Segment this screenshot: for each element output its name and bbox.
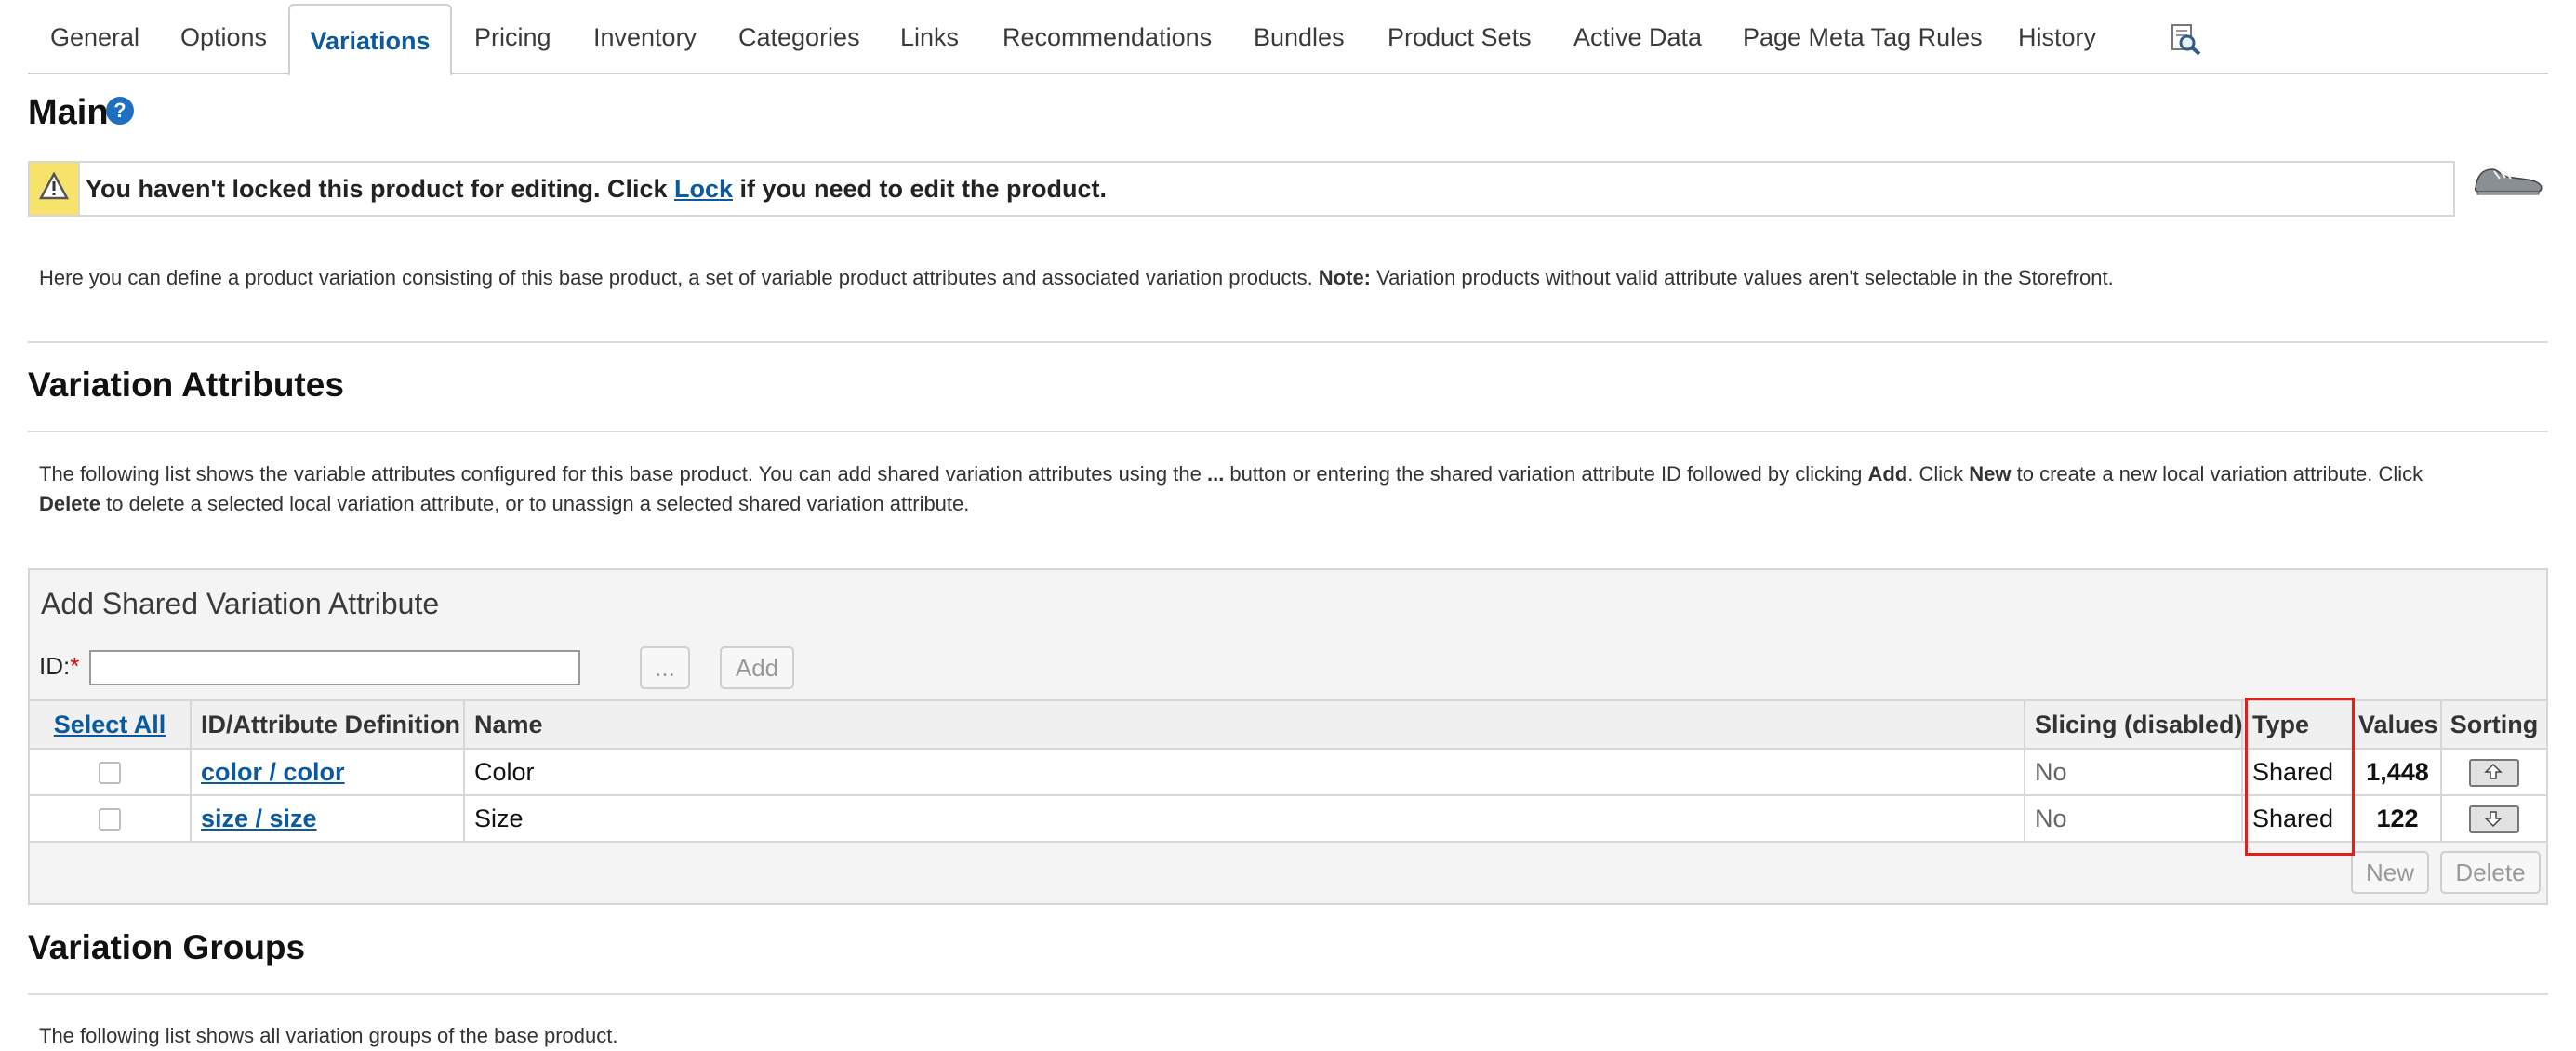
tab-active-data[interactable]: Active Data [1573,7,1702,73]
tab-page-meta-tag-rules[interactable]: Page Meta Tag Rules [1743,7,1983,73]
tab-recommendations[interactable]: Recommendations [1003,7,1212,73]
table-row: color / color Color No Shared 1,448 [28,748,2548,796]
tab-pricing[interactable]: Pricing [474,7,551,73]
attribute-link[interactable]: color / color [201,758,345,786]
tab-bar: General Options Variations Pricing Inven… [28,0,2548,76]
product-thumbnail [2472,160,2544,197]
row-checkbox[interactable] [99,762,121,785]
select-all-link[interactable]: Select All [28,699,192,750]
type-value: Shared [2241,794,2355,843]
lock-link[interactable]: Lock [674,175,733,203]
attribute-id-input[interactable] [89,650,580,685]
panel-title: Add Shared Variation Attribute [41,587,440,620]
tab-general[interactable]: General [50,7,139,73]
tab-inventory[interactable]: Inventory [593,7,697,73]
variation-intro-text: Here you can define a product variation … [39,266,2114,289]
divider [28,431,2548,432]
variation-attributes-table: Select All ID/Attribute Definition Name … [28,699,2548,843]
question-circle-icon[interactable]: ? [106,97,134,125]
divider [28,993,2548,995]
column-header-slicing: Slicing (disabled) [2024,699,2243,750]
variation-attributes-desc-line1: The following list shows the variable at… [39,462,2423,486]
id-label: ID:* [39,652,80,680]
warning-triangle-icon [30,163,80,215]
variation-groups-title: Variation Groups [28,928,306,966]
lock-notice-message: You haven't locked this product for edit… [86,175,1108,203]
tab-product-sets[interactable]: Product Sets [1388,7,1532,73]
row-checkbox[interactable] [99,808,121,831]
browse-button[interactable]: ... [640,646,690,689]
divider [28,341,2548,343]
variation-attributes-title: Variation Attributes [28,366,344,404]
slicing-value: No [2024,794,2243,843]
tab-categories[interactable]: Categories [738,7,860,73]
lock-notice: You haven't locked this product for edit… [28,161,2455,217]
table-row: size / size Size No Shared 122 [28,794,2548,843]
new-button[interactable]: New [2351,851,2429,894]
arrow-down-icon [2484,811,2503,827]
table-header-row: Select All ID/Attribute Definition Name … [28,699,2548,750]
page-title: Main [28,93,109,132]
slicing-value: No [2024,748,2243,796]
tab-options[interactable]: Options [180,7,267,73]
move-down-button[interactable] [2469,805,2519,833]
attribute-link[interactable]: size / size [201,805,317,832]
variation-groups-desc: The following list shows all variation g… [39,1024,618,1047]
add-button[interactable]: Add [720,646,794,689]
tab-bundles[interactable]: Bundles [1254,7,1345,73]
column-header-name: Name [463,699,2025,750]
values-count: 122 [2353,794,2442,843]
column-header-id: ID/Attribute Definition [190,699,465,750]
column-header-type: Type [2241,699,2355,750]
type-value: Shared [2241,748,2355,796]
attribute-name: Size [463,794,2025,843]
column-header-sorting: Sorting [2440,699,2548,750]
search-preview-icon[interactable] [2169,22,2202,56]
tab-links[interactable]: Links [900,7,959,73]
tab-variations[interactable]: Variations [288,4,452,76]
variation-attributes-desc-line2: Delete to delete a selected local variat… [39,492,970,515]
column-header-values: Values [2353,699,2442,750]
attribute-name: Color [463,748,2025,796]
tab-history[interactable]: History [2018,7,2096,73]
move-up-button[interactable] [2469,758,2519,787]
values-count: 1,448 [2353,748,2442,796]
delete-button[interactable]: Delete [2440,851,2541,894]
arrow-up-icon [2484,763,2503,779]
